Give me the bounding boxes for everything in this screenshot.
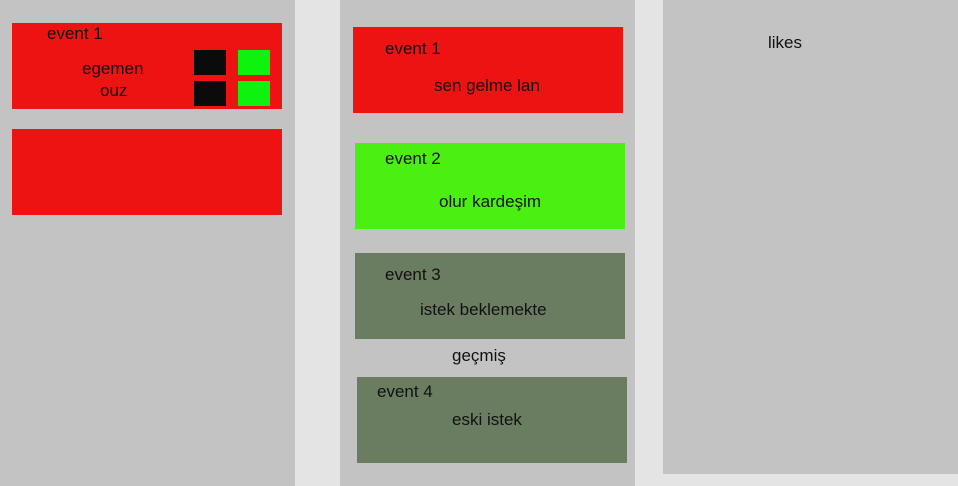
accept-button-2[interactable]	[238, 81, 270, 106]
history-item-1[interactable]: event 4 eski istek	[357, 377, 627, 463]
event-status: istek beklemekte	[420, 300, 547, 319]
event-item-3[interactable]: event 3 istek beklemekte	[355, 253, 625, 339]
event-title: event 3	[385, 265, 441, 284]
participant-name-2: ouz	[100, 81, 128, 100]
event-title: event 4	[377, 382, 433, 401]
event-status: sen gelme lan	[434, 76, 540, 95]
event-title: event 1	[385, 39, 441, 58]
likes-heading: likes	[768, 33, 803, 52]
event-status: eski istek	[452, 410, 522, 429]
left-panel: event 1 egemen ouz	[0, 0, 295, 486]
event-card-1[interactable]: event 1 egemen ouz	[12, 23, 282, 109]
likes-panel: likes	[663, 0, 958, 474]
reject-button-2[interactable]	[194, 81, 226, 106]
middle-panel: event 1 sen gelme lan event 2 olur karde…	[340, 0, 635, 486]
accept-button-1[interactable]	[238, 50, 270, 75]
event-item-2[interactable]: event 2 olur kardeşim	[355, 143, 625, 229]
event-status: olur kardeşim	[439, 192, 542, 211]
event-title: event 2	[385, 149, 441, 168]
event-card-title: event 1	[47, 24, 103, 43]
event-item-1[interactable]: event 1 sen gelme lan	[353, 27, 623, 113]
event-card-2[interactable]	[12, 129, 282, 215]
reject-button-1[interactable]	[194, 50, 226, 75]
participant-name-1: egemen	[82, 59, 144, 78]
history-heading: geçmiş	[452, 346, 506, 365]
